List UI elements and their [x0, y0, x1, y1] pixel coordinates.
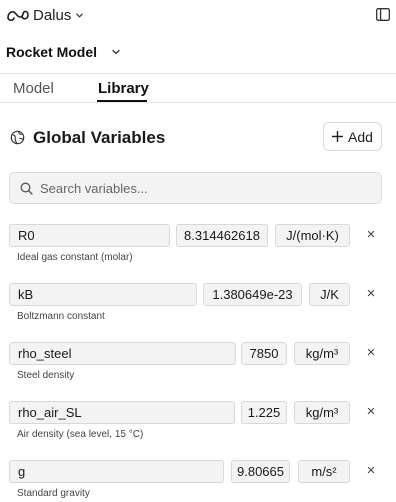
variable-row: R0 8.314462618 J/(mol·K) × Ideal gas con… [0, 224, 396, 272]
section-header: Global Variables Add [0, 122, 396, 154]
variable-name-input[interactable]: rho_steel [9, 342, 236, 365]
tab-model[interactable]: Model [13, 80, 54, 97]
variable-value-input[interactable]: 8.314462618 [176, 224, 268, 247]
variable-value-input[interactable]: 1.225 [241, 401, 287, 424]
chevron-down-icon [76, 13, 84, 17]
section-title: Global Variables [33, 128, 166, 147]
close-icon[interactable]: × [365, 404, 377, 419]
tab-library[interactable]: Library [98, 80, 149, 97]
close-icon[interactable]: × [365, 463, 377, 478]
add-variable-button[interactable]: Add [323, 122, 382, 151]
dalus-logo-icon [7, 10, 29, 22]
variable-row: rho_steel 7850 kg/m³ × Steel density [0, 342, 396, 390]
variable-description: Air density (sea level, 15 °C) [17, 429, 144, 440]
sidebar-toggle-icon[interactable] [376, 8, 390, 21]
search-input[interactable] [40, 173, 370, 203]
app-switcher[interactable]: Dalus [6, 6, 84, 24]
variable-row: rho_air_SL 1.225 kg/m³ × Air density (se… [0, 401, 396, 449]
variable-name-input[interactable]: g [9, 460, 224, 483]
variable-name-input[interactable]: R0 [9, 224, 170, 247]
variable-value-input[interactable]: 1.380649e-23 [203, 283, 302, 306]
model-title: Rocket Model [6, 44, 98, 60]
add-button-label: Add [348, 128, 373, 145]
search-icon [20, 182, 33, 195]
variable-unit-input[interactable]: kg/m³ [294, 401, 350, 424]
variable-value-input[interactable]: 9.80665 [231, 460, 290, 483]
model-selector[interactable]: Rocket Model [6, 44, 121, 60]
variable-row: kB 1.380649e-23 J/K × Boltzmann constant [0, 283, 396, 331]
variable-unit-input[interactable]: J/(mol·K) [275, 224, 350, 247]
variable-value-input[interactable]: 7850 [241, 342, 287, 365]
close-icon[interactable]: × [365, 345, 377, 360]
globe-icon [10, 130, 25, 145]
variable-unit-input[interactable]: m/s² [298, 460, 350, 483]
variable-description: Boltzmann constant [17, 311, 105, 322]
close-icon[interactable]: × [365, 286, 377, 301]
variable-name-input[interactable]: kB [9, 283, 197, 306]
tab-bar: Model Library [0, 74, 396, 103]
app-name: Dalus [33, 6, 72, 24]
variable-unit-input[interactable]: J/K [309, 283, 350, 306]
variable-description: Standard gravity [17, 488, 90, 499]
chevron-down-icon [112, 49, 120, 55]
variable-row: g 9.80665 m/s² × Standard gravity [0, 460, 396, 502]
search-field[interactable] [9, 172, 382, 204]
close-icon[interactable]: × [365, 227, 377, 242]
variable-description: Ideal gas constant (molar) [17, 252, 133, 263]
plus-icon [332, 131, 344, 142]
variable-unit-input[interactable]: kg/m³ [294, 342, 350, 365]
variable-description: Steel density [17, 370, 75, 381]
variable-name-input[interactable]: rho_air_SL [9, 401, 235, 424]
top-bar: Dalus [0, 0, 396, 32]
divider [0, 102, 396, 103]
